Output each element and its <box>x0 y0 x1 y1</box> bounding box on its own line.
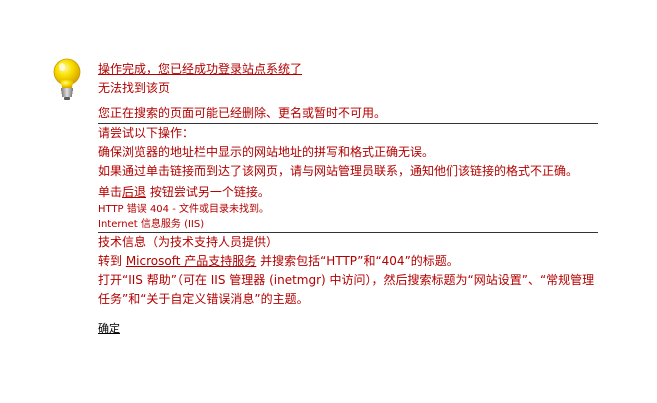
login-success-link[interactable]: 操作完成，您已经成功登录站点系统了 <box>98 60 302 79</box>
back-prefix: 单击 <box>98 185 123 199</box>
check-address-text: 确保浏览器的地址栏中显示的网站地址的拼写和格式正确无误。 <box>98 145 435 159</box>
try-heading: 请尝试以下操作： <box>98 126 195 140</box>
tech-info-heading: 技术信息（为技术支持人员提供） <box>98 235 279 249</box>
cannot-find-page-text: 无法找到该页 <box>98 81 171 95</box>
lightbulb-icon <box>53 58 81 100</box>
back-link[interactable]: 后退 <box>122 185 146 199</box>
goto-suffix: 并搜索包括“HTTP”和“404”的标题。 <box>256 254 459 268</box>
open-iis-help-text: 打开“IIS 帮助”（可在 IIS 管理器 (inetmgr) 中访问），然后搜… <box>98 273 595 306</box>
contact-admin-text: 如果通过单击链接而到达了该网页，请与网站管理员联系，通知他们该链接的格式不正确。 <box>98 164 579 178</box>
goto-prefix: 转到 <box>98 254 126 268</box>
back-suffix: 按钮尝试另一个链接。 <box>146 185 270 199</box>
ok-button[interactable]: 确定 <box>98 319 120 338</box>
page-removed-message: 您正在搜索的页面可能已经删除、更名或暂时不可用。 <box>98 106 387 120</box>
http-error-text: HTTP 错误 404 - 文件或目录未找到。 <box>98 204 270 215</box>
goto-support-line: 转到 Microsoft 产品支持服务 并搜索包括“HTTP”和“404”的标题… <box>98 252 598 271</box>
error-content: 操作完成，您已经成功登录站点系统了 无法找到该页 您正在搜索的页面可能已经删除、… <box>98 60 598 338</box>
back-line: 单击后退 按钮尝试另一个链接。 <box>98 183 598 202</box>
iis-service-text: Internet 信息服务 (IIS) <box>98 219 205 230</box>
support-link[interactable]: Microsoft 产品支持服务 <box>126 254 256 268</box>
